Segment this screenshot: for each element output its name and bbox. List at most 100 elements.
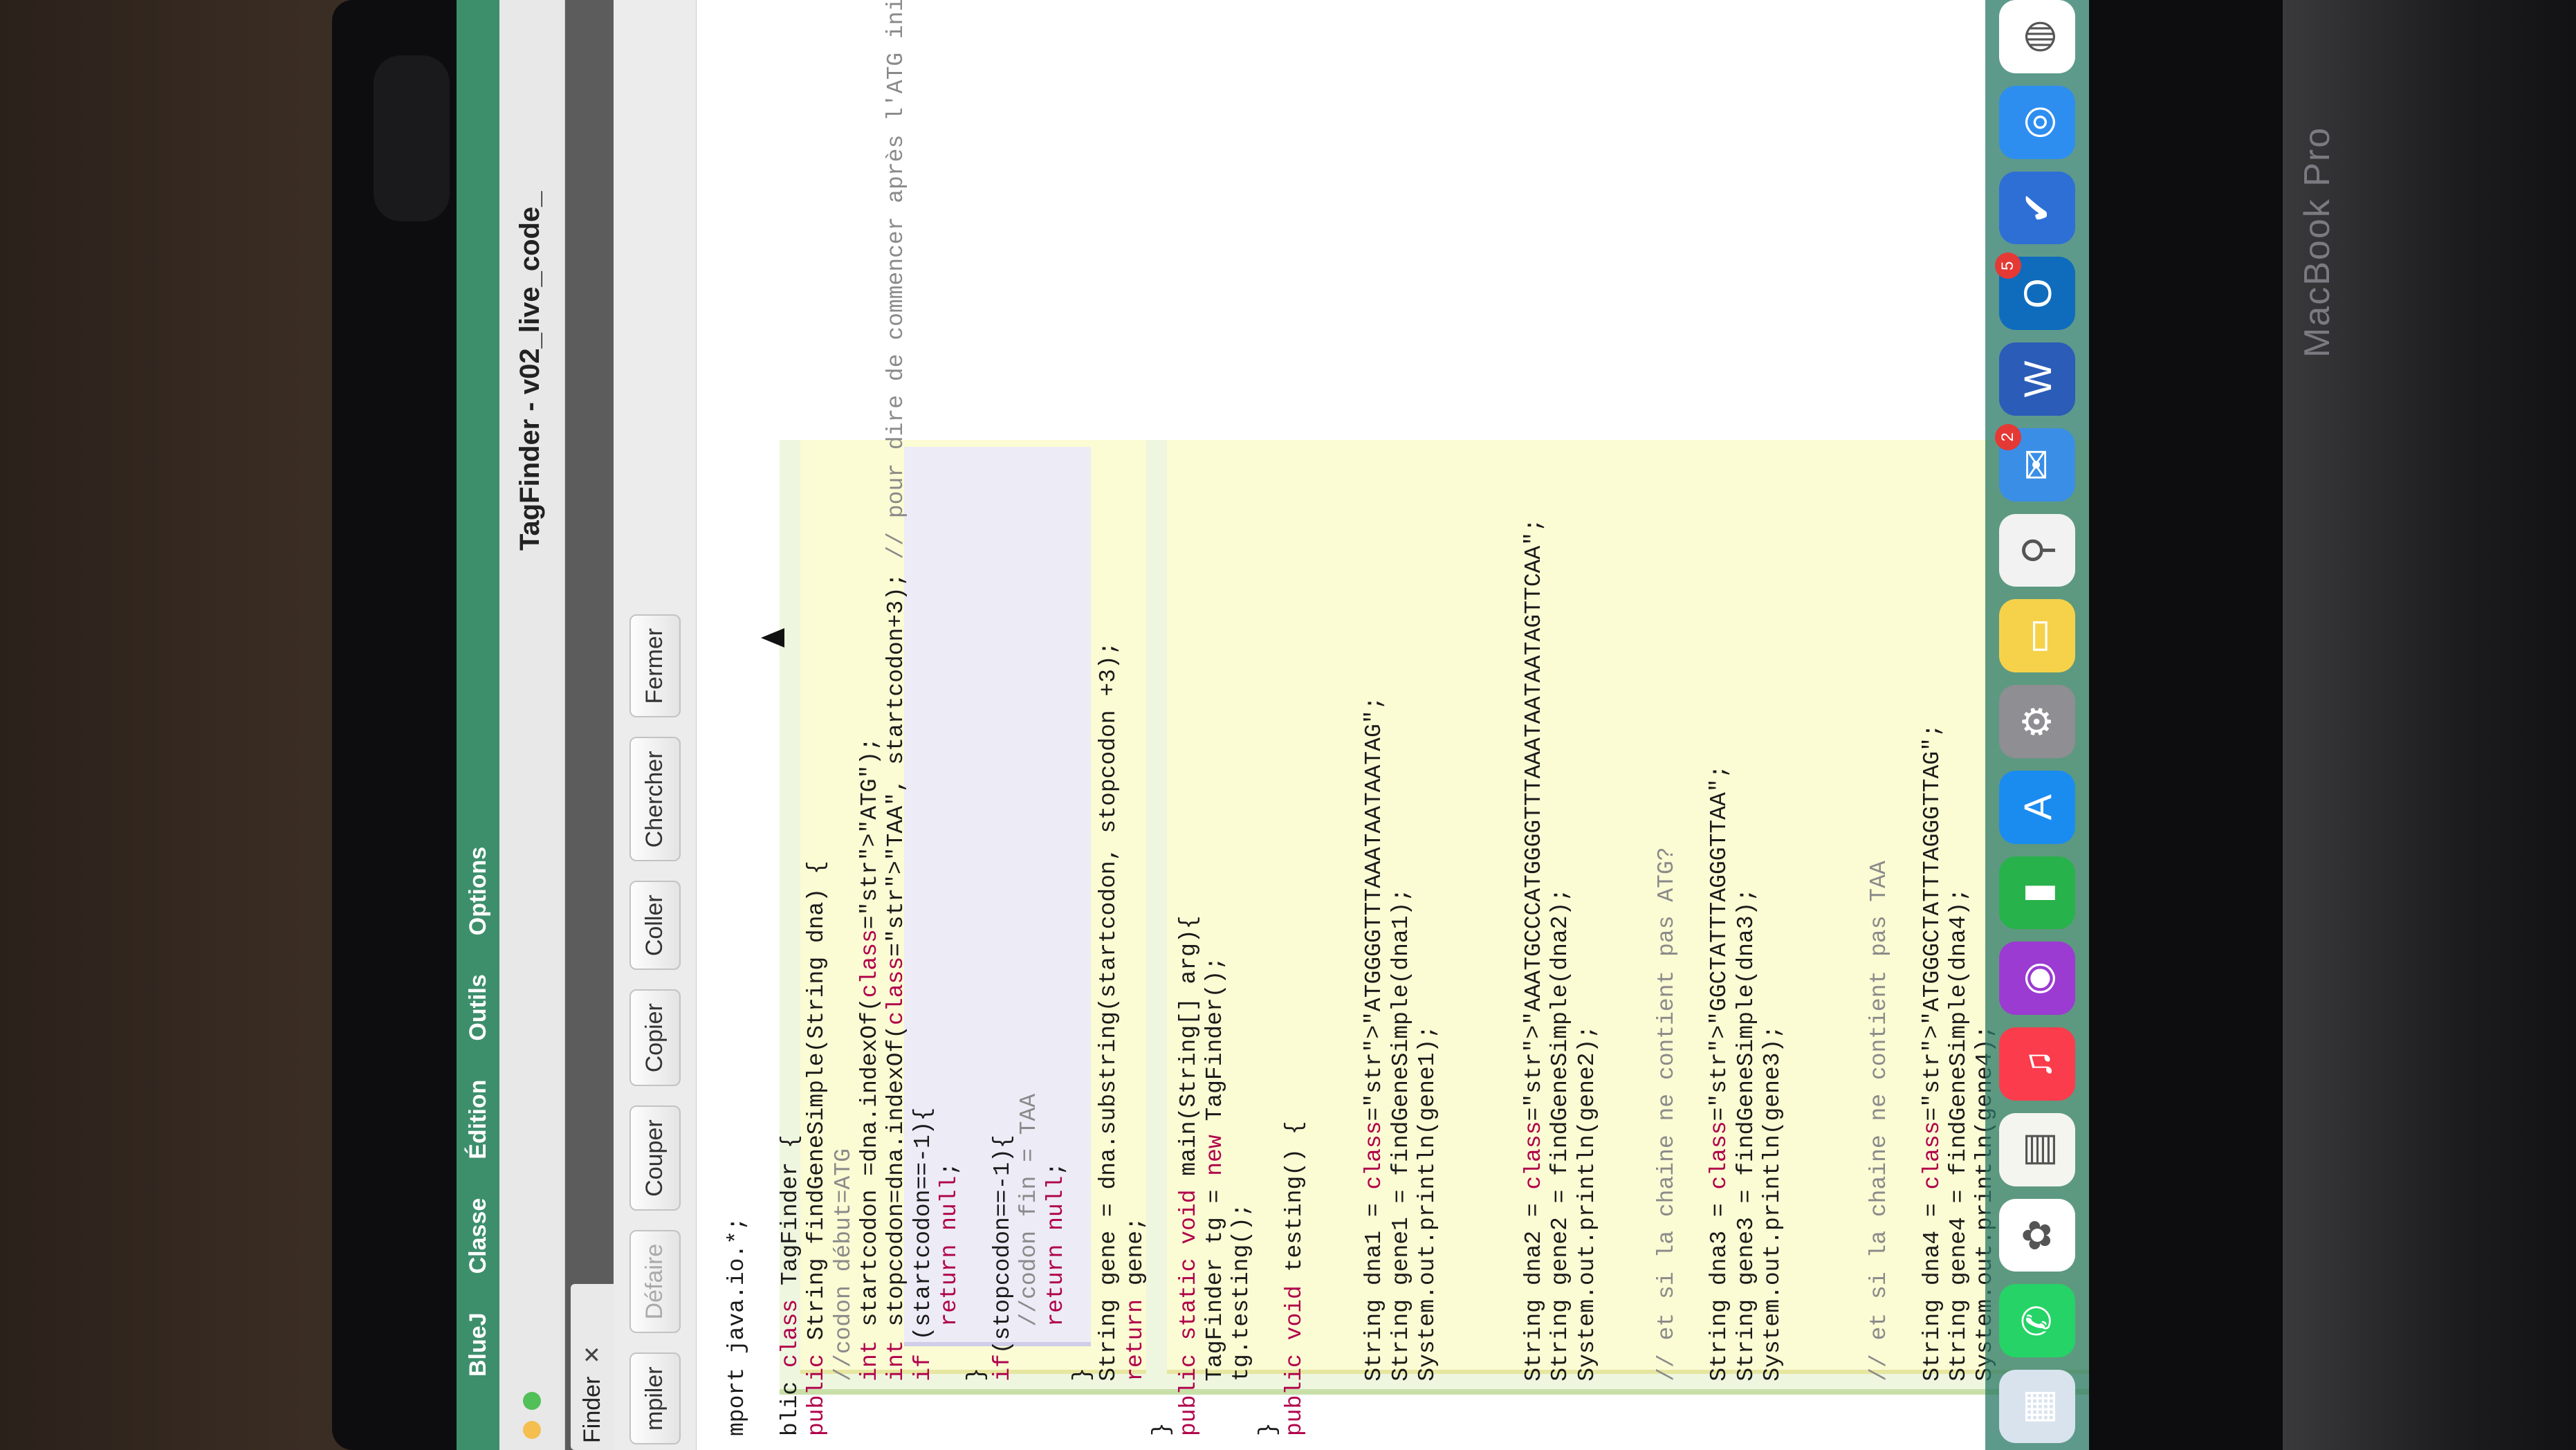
code-line: if(stopcodon==-1){ <box>989 1135 1015 1382</box>
podcasts-glyph: ◉ <box>2015 961 2059 995</box>
code-line: String dna4 = class="str">"ATGGGCTATTTAG… <box>1919 724 1945 1436</box>
mail-icon[interactable]: ✉ 2 <box>1995 423 2075 502</box>
code-line: } <box>1069 1367 1096 1436</box>
whatsapp-icon[interactable]: ✆ <box>1999 1284 2075 1358</box>
stickies-icon[interactable]: ▭ <box>1999 599 2075 673</box>
numbers-glyph: ▮ <box>2015 882 2059 903</box>
code-line: if (startcodon==-1){ <box>910 1107 936 1382</box>
code-line: mport java.io.*; <box>724 1217 750 1436</box>
menu-outils[interactable]: Outils <box>465 974 492 1040</box>
notes-glyph: ▤ <box>2015 1131 2059 1168</box>
code-line: String gene1 = findGeneSimple(dna1); <box>1388 888 1414 1436</box>
system-settings-icon[interactable]: ⚙ <box>1999 685 2075 758</box>
code-line: System.out.println(gene1); <box>1415 1025 1441 1436</box>
menu-bluej[interactable]: BlueJ <box>465 1312 492 1377</box>
mouse-pointer-icon <box>761 628 784 648</box>
tab-label: Finder <box>578 1376 605 1443</box>
photos-icon[interactable]: ✿ <box>1999 1198 2075 1272</box>
window-title-bar: TagFinder - v02_live_code_ <box>499 0 565 1450</box>
todo-glyph: ✔ <box>2015 191 2059 224</box>
word-icon[interactable]: W <box>1999 342 2075 416</box>
editor-toolbar: mpiler Défaire Couper Copier Coller Cher… <box>614 0 697 1450</box>
safari-icon[interactable]: ◎ <box>1999 85 2075 159</box>
find-button[interactable]: Chercher <box>629 737 681 862</box>
close-icon[interactable]: ✕ <box>579 1346 605 1364</box>
code-line: blic class TagFinder { <box>777 1135 803 1436</box>
code-line: String gene2 = findGeneSimple(dna2); <box>1547 888 1574 1436</box>
code-line: System.out.println(gene2); <box>1574 1025 1600 1436</box>
code-line: String dna3 = class="str">"GGCTATTTAGGGT… <box>1706 764 1733 1436</box>
menu-edition[interactable]: Édition <box>465 1080 492 1159</box>
code-line: String gene3 = findGeneSimple(dna3); <box>1733 888 1759 1436</box>
code-line: public static void main(String[] arg){ <box>1175 915 1202 1436</box>
notification-badge: 5 <box>1995 253 2021 279</box>
code-line: // et si la chaine ne contient pas ATG? <box>1653 847 1680 1382</box>
code-line: return gene; <box>1122 1217 1148 1382</box>
menu-options[interactable]: Options <box>465 847 492 935</box>
code-line: } <box>1255 1422 1281 1436</box>
zoom-button[interactable] <box>523 1392 541 1410</box>
numbers-icon[interactable]: ▮ <box>1999 856 2075 930</box>
word-glyph: W <box>2015 360 2059 398</box>
webcam <box>374 55 450 221</box>
undo-button[interactable]: Défaire <box>629 1229 681 1334</box>
code-line: return null; <box>1042 1162 1069 1327</box>
notes-icon[interactable]: ▤ <box>1999 1112 2075 1186</box>
music-glyph: ♫ <box>2015 1049 2059 1079</box>
safari-glyph: ◎ <box>2015 105 2059 140</box>
app-store-glyph: A <box>2015 794 2059 820</box>
outlook-glyph: O <box>2015 278 2059 309</box>
chrome-icon[interactable]: ◍ <box>1999 0 2075 73</box>
launchpad-icon[interactable]: ▦ <box>1999 1370 2075 1443</box>
podcasts-icon[interactable]: ◉ <box>1999 942 2075 1016</box>
code-line: String gene = dna.substring(startcodon, … <box>1096 641 1122 1436</box>
code-line: tg.testing(); <box>1229 1203 1255 1436</box>
screen: BlueJ Classe Édition Outils Options TagF… <box>457 0 2089 1450</box>
notification-badge: 2 <box>1995 423 2021 450</box>
code-line: // et si la chaine ne contient pas TAA <box>1866 861 1892 1382</box>
outlook-icon[interactable]: O5 <box>1995 253 2075 331</box>
code-line: //codon début=ATG <box>830 1148 856 1382</box>
chrome-glyph: ◍ <box>2015 19 2059 54</box>
compile-button[interactable]: mpiler <box>629 1352 681 1444</box>
code-line: public String findGeneSimple(String dna)… <box>804 861 830 1436</box>
cut-button[interactable]: Couper <box>629 1105 681 1211</box>
minimize-button[interactable] <box>523 1421 541 1439</box>
code-editor[interactable]: mport java.io.*; blic class TagFinder {pu… <box>697 0 2089 1450</box>
close-button[interactable]: Fermer <box>629 614 681 718</box>
python-icon[interactable]: ⚲ <box>1999 513 2075 587</box>
app-store-icon[interactable]: A <box>1999 770 2075 844</box>
code-line: int stopcodon=dna.indexOf(class="str">"T… <box>883 0 910 1382</box>
stickies-glyph: ▭ <box>2015 617 2059 654</box>
tab-tagfinder[interactable]: Finder ✕ <box>571 1284 614 1450</box>
copy-button[interactable]: Copier <box>629 989 681 1087</box>
code-line: System.out.println(gene3); <box>1760 1025 1786 1436</box>
python-glyph: ⚲ <box>2015 535 2059 565</box>
music-icon[interactable]: ♫ <box>1999 1027 2075 1101</box>
window-title: TagFinder - v02_live_code_ <box>515 191 545 551</box>
paste-button[interactable]: Coller <box>629 881 681 971</box>
whatsapp-glyph: ✆ <box>2015 1304 2059 1337</box>
todo-icon[interactable]: ✔ <box>1999 171 2075 245</box>
dock: ▦ ✆ ✿ ▤ ♫ ◉ ▮ A ⚙ ▭ ⚲ ✉ 2 W O 5 ✔ ◎ ◍ <box>1985 0 2089 1450</box>
laptop-brand-label: MacBook Pro <box>2297 126 2337 358</box>
code-line: int startcodon =dna.indexOf(class="str">… <box>856 737 883 1382</box>
photos-glyph: ✿ <box>2015 1219 2059 1252</box>
mail-glyph: ✉ <box>2015 448 2059 481</box>
code-line: TagFinder tg = new TagFinder(); <box>1202 956 1229 1436</box>
code-line: String dna2 = class="str">"AAATGCCCATGGG… <box>1520 518 1547 1436</box>
code-line: public void testing() { <box>1282 1121 1308 1437</box>
menu-bar: BlueJ Classe Édition Outils Options <box>457 0 499 1450</box>
menu-classe[interactable]: Classe <box>465 1198 492 1274</box>
